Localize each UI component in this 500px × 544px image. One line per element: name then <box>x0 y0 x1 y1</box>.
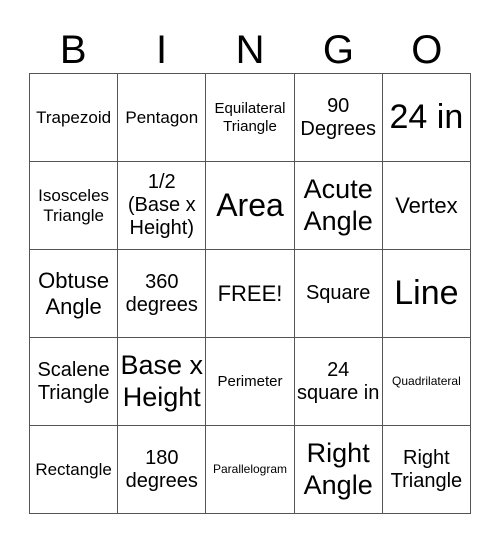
bingo-cell[interactable]: 180 degrees <box>118 426 207 514</box>
bingo-cell[interactable]: Perimeter <box>206 338 295 426</box>
bingo-cell[interactable]: Line <box>382 250 471 338</box>
bingo-cell[interactable]: Parallelogram <box>206 426 295 514</box>
bingo-cell[interactable]: Isosceles Triangle <box>30 162 119 250</box>
bingo-cell[interactable]: Area <box>206 162 295 250</box>
bingo-cell[interactable]: Square <box>294 250 383 338</box>
bingo-cell[interactable]: Equilateral Triangle <box>206 74 295 162</box>
bingo-cell[interactable]: 360 degrees <box>118 250 207 338</box>
bingo-cell-free[interactable]: FREE! <box>206 250 295 338</box>
header-letter-g: G <box>322 28 354 72</box>
bingo-cell[interactable]: Rectangle <box>30 426 119 514</box>
bingo-cell[interactable]: Quadrilateral <box>382 338 471 426</box>
bingo-cell[interactable]: Right Angle <box>294 426 383 514</box>
bingo-cell[interactable]: Acute Angle <box>294 162 383 250</box>
bingo-cell[interactable]: Obtuse Angle <box>30 250 119 338</box>
bingo-cell[interactable]: 90 Degrees <box>294 74 383 162</box>
header-letter-n: N <box>235 28 265 72</box>
bingo-cell[interactable]: Pentagon <box>118 74 207 162</box>
bingo-cell[interactable]: Base x Height <box>118 338 207 426</box>
bingo-cell[interactable]: Right Triangle <box>382 426 471 514</box>
header-letter-o: O <box>411 28 443 72</box>
header-letter-b: B <box>59 28 87 72</box>
bingo-cell[interactable]: 1/2 (Base x Height) <box>118 162 207 250</box>
bingo-cell[interactable]: Trapezoid <box>30 74 119 162</box>
bingo-cell[interactable]: Scalene Triangle <box>30 338 119 426</box>
bingo-cell[interactable]: 24 in <box>382 74 471 162</box>
bingo-cell[interactable]: 24 square in <box>294 338 383 426</box>
bingo-header: B I N G O <box>29 28 471 73</box>
bingo-cell[interactable]: Vertex <box>382 162 471 250</box>
header-letter-i: I <box>156 28 168 72</box>
bingo-grid: Trapezoid Pentagon Equilateral Triangle … <box>29 73 471 514</box>
